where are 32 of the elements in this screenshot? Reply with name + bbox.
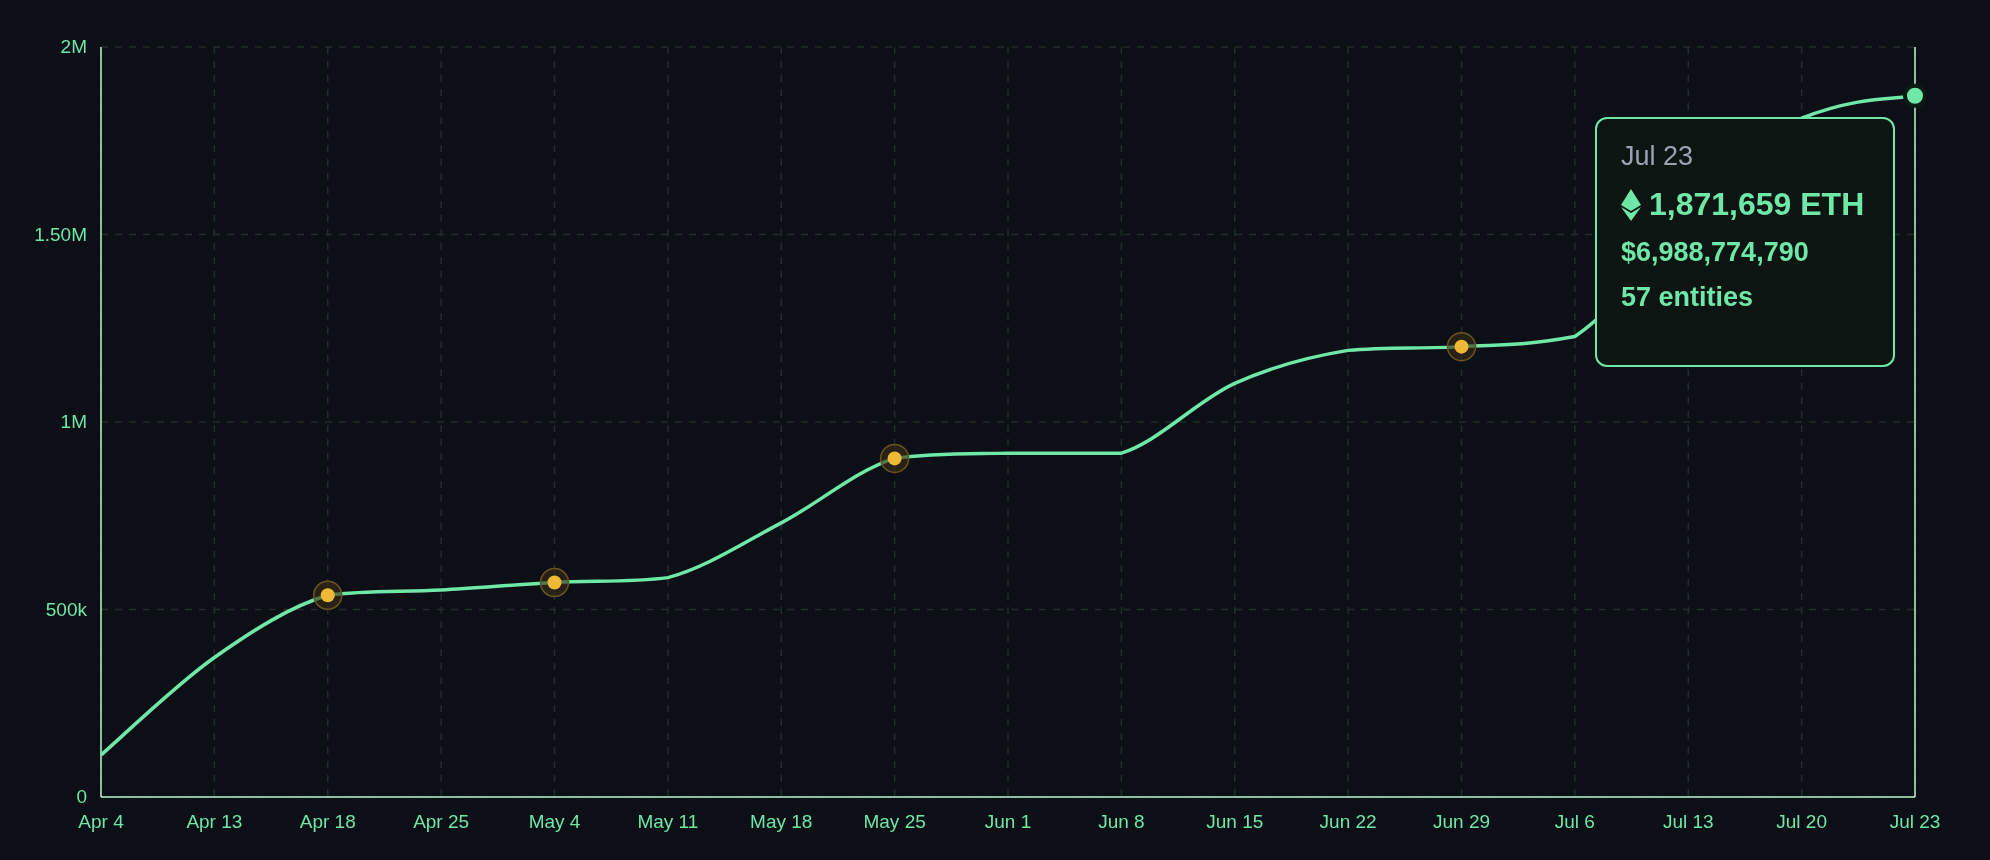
x-tick-label: Jun 1 (984, 811, 1032, 832)
x-tick-label: Jul 13 (1662, 811, 1714, 832)
y-tick-label: 1.50M (34, 223, 87, 245)
x-tick-label: Apr 4 (78, 811, 124, 832)
x-tick-label: May 25 (863, 811, 926, 832)
x-tick-label: Apr 18 (299, 811, 356, 832)
x-tick-label: Jun 15 (1206, 811, 1264, 832)
x-tick-label: Jul 23 (1889, 811, 1941, 832)
y-tick-label: 500k (45, 598, 87, 620)
x-tick-label: Jul 6 (1554, 811, 1595, 832)
tooltip-amount: 1,871,659 ETH (1649, 186, 1865, 223)
event-marker[interactable] (539, 567, 570, 598)
tooltip-date: Jul 23 (1621, 141, 1695, 172)
x-tick-label: Jul 20 (1776, 811, 1827, 832)
y-tick-label: 1M (60, 411, 87, 432)
ethereum-icon (1621, 188, 1641, 221)
x-tick-label: May 18 (750, 811, 813, 832)
y-tick-label: 2M (60, 36, 87, 57)
event-marker[interactable] (879, 443, 910, 474)
tooltip-usd-value: $6,988,774,790 (1621, 237, 1810, 268)
x-tick-label: Jun 22 (1319, 811, 1377, 832)
event-marker[interactable] (1446, 331, 1477, 362)
x-tick-label: May 4 (528, 811, 581, 832)
x-tick-label: Apr 25 (413, 811, 470, 832)
x-tick-label: May 11 (637, 811, 699, 832)
x-tick-label: Jun 8 (1098, 811, 1145, 832)
x-tick-label: Jun 29 (1433, 811, 1490, 832)
x-tick-label: Apr 13 (186, 811, 243, 832)
tooltip-entities: 57 entities (1621, 282, 1755, 313)
event-marker[interactable] (313, 580, 343, 610)
highlight-point (1903, 83, 1927, 108)
y-tick-label: 0 (76, 786, 87, 807)
